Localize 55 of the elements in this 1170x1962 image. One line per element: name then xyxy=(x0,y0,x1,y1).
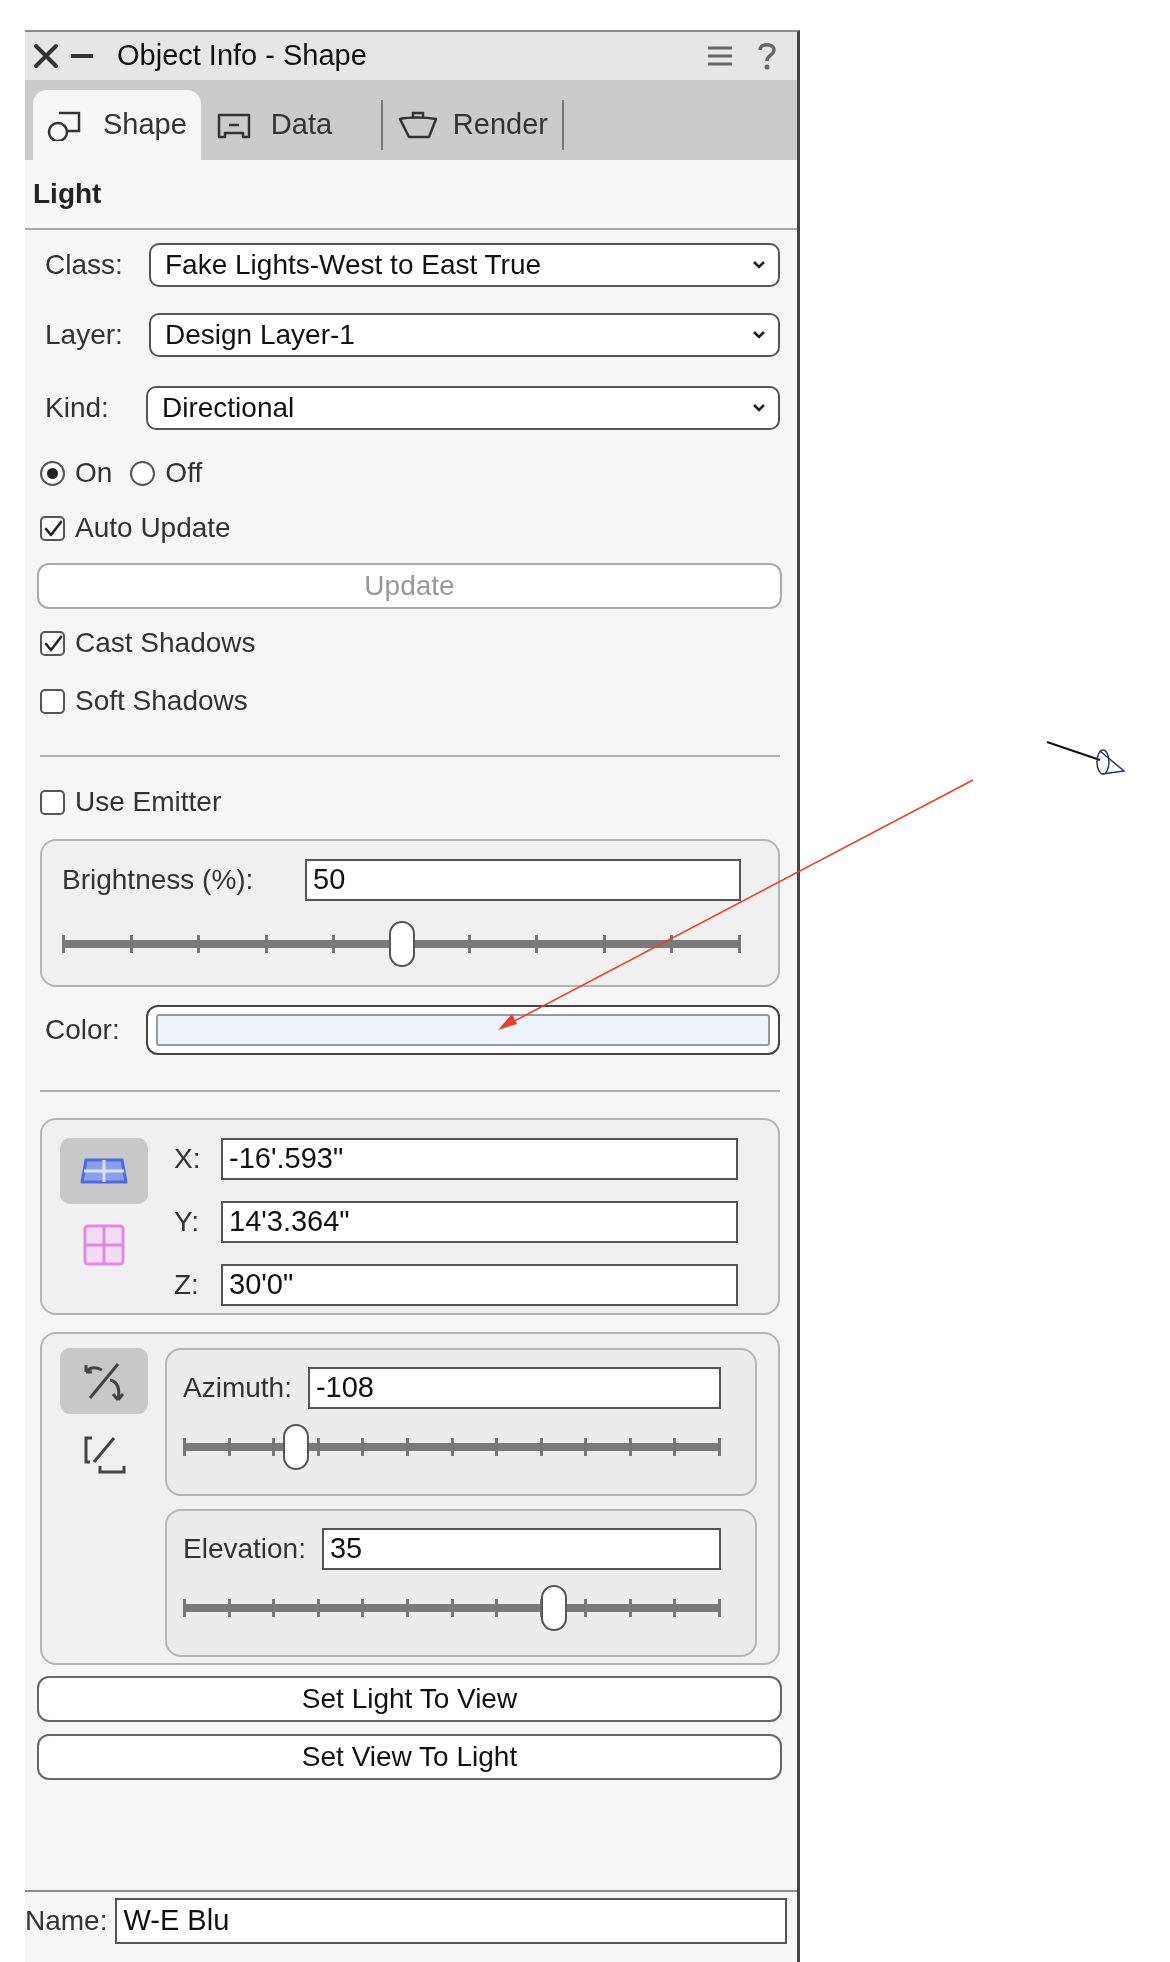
dropdown[interactable]: Design Layer-1 xyxy=(149,312,780,357)
tab[interactable]: Render xyxy=(382,90,562,160)
action-button[interactable]: Set View To Light xyxy=(37,1734,782,1780)
slider-thumb[interactable] xyxy=(282,1424,309,1470)
slider-thumb[interactable] xyxy=(541,1585,568,1631)
field-label: Elevation: xyxy=(183,1532,306,1566)
input-field[interactable]: 30'0" xyxy=(221,1264,738,1306)
plan-view-icon xyxy=(80,1158,128,1184)
checkbox-label[interactable]: Cast Shadows xyxy=(75,622,256,664)
radio-label[interactable]: Off xyxy=(165,452,203,494)
field-label: Z: xyxy=(174,1268,200,1302)
field-label: Layer: xyxy=(45,317,124,352)
radio-label[interactable]: On xyxy=(75,452,113,494)
checkbox[interactable] xyxy=(40,515,65,541)
checkbox-label[interactable]: Soft Shadows xyxy=(75,680,248,722)
window-title: Object Info - Shape xyxy=(117,38,367,74)
mode-button[interactable] xyxy=(60,1348,148,1414)
caret-icon xyxy=(752,260,766,270)
mode-button[interactable] xyxy=(60,1138,148,1204)
name-field[interactable]: W-E Blu xyxy=(115,1898,787,1944)
checkbox[interactable] xyxy=(40,688,65,714)
slider-thumb[interactable] xyxy=(388,921,415,967)
tab[interactable]: Shape xyxy=(33,90,201,160)
checkbox-label[interactable]: Auto Update xyxy=(75,507,231,549)
input-field[interactable]: -16'.593" xyxy=(221,1138,738,1180)
radio-button[interactable] xyxy=(40,460,65,486)
checkbox-label[interactable]: Use Emitter xyxy=(75,781,222,823)
close-icon[interactable] xyxy=(33,43,59,69)
caret-icon xyxy=(752,329,766,340)
grid-icon xyxy=(82,1223,126,1267)
checkbox[interactable] xyxy=(40,630,65,656)
field-label: Brightness (%): xyxy=(62,863,255,897)
field-label: Class: xyxy=(45,248,124,282)
tab[interactable]: Data xyxy=(200,90,381,160)
field-label: Name: xyxy=(25,1904,108,1938)
radio-button[interactable] xyxy=(130,460,156,486)
field-label: X: xyxy=(174,1142,202,1176)
dropdown[interactable]: Directional xyxy=(146,386,780,430)
menu-icon[interactable] xyxy=(707,45,733,67)
input-field[interactable]: 14'3.364" xyxy=(221,1201,738,1243)
action-button[interactable]: Set Light To View xyxy=(37,1676,782,1722)
field-label: Color: xyxy=(45,1013,121,1047)
color-button[interactable] xyxy=(146,1005,780,1055)
section-title: Light xyxy=(25,160,797,230)
render-tab-icon xyxy=(396,109,439,141)
input-field[interactable]: -108 xyxy=(307,1367,721,1409)
checkbox[interactable] xyxy=(40,789,65,815)
caret-icon xyxy=(752,403,766,413)
field-label: Kind: xyxy=(45,391,110,425)
input-field[interactable]: 35 xyxy=(321,1528,721,1570)
input-field[interactable]: 50 xyxy=(305,859,741,901)
dropdown[interactable]: Fake Lights-West to East True xyxy=(149,243,780,287)
field-label: Y: xyxy=(174,1205,200,1239)
help-icon[interactable] xyxy=(757,42,777,70)
field-label: Azimuth: xyxy=(183,1371,292,1405)
